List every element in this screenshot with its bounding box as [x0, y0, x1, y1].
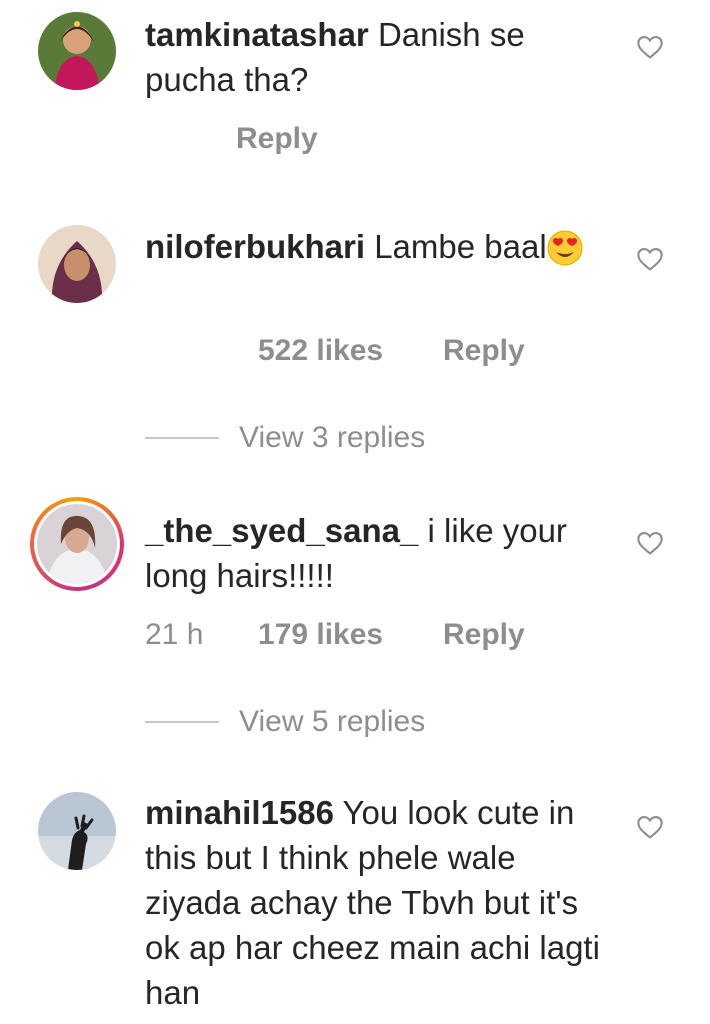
comment-item: minahil1586 You look cute in this but I … — [0, 0, 710, 1024]
avatar[interactable] — [38, 792, 116, 870]
comment-username[interactable]: minahil1586 — [145, 794, 334, 831]
heart-outline-icon[interactable] — [636, 814, 664, 840]
comment-text: minahil1586 You look cute in this but I … — [145, 790, 615, 1015]
